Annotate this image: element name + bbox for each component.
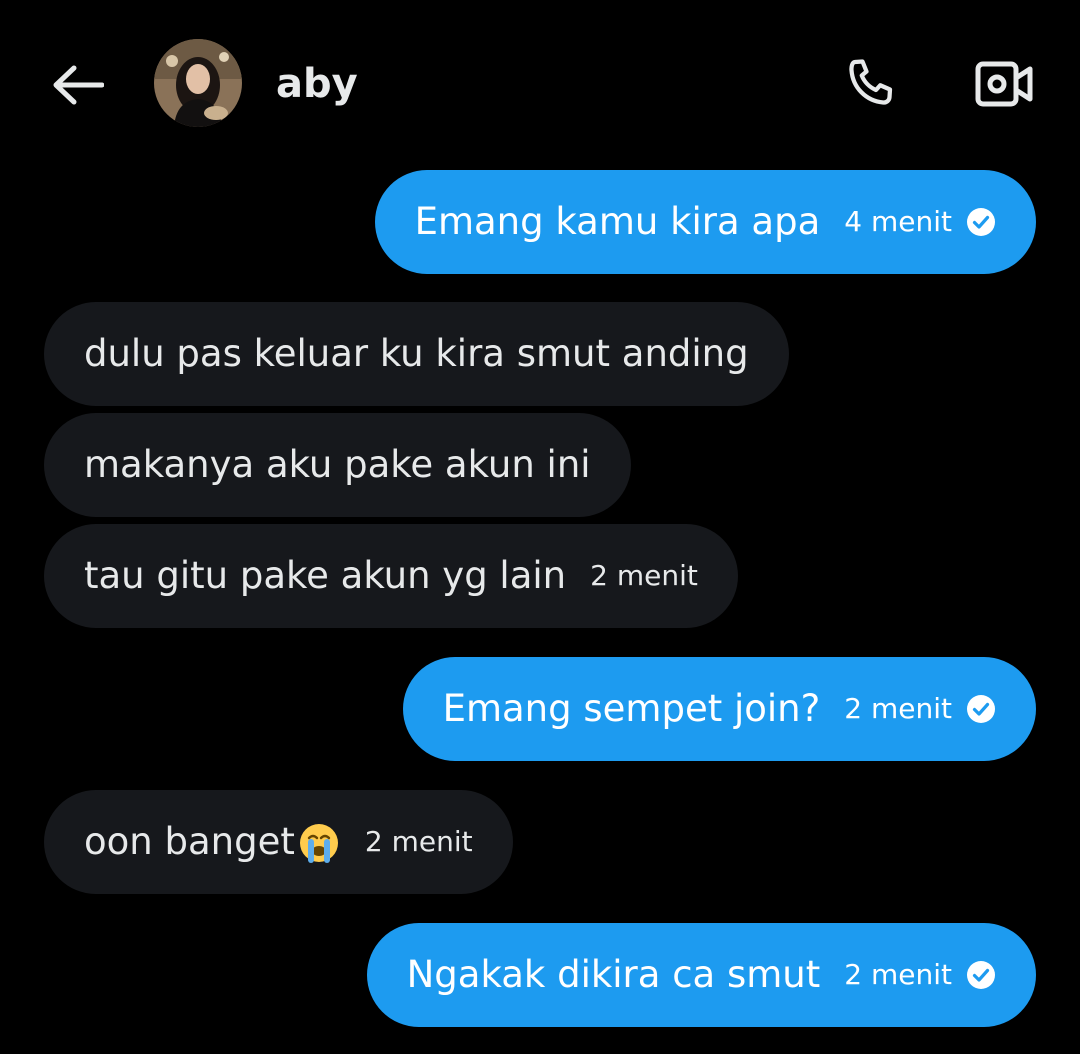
message-time: 2 menit	[844, 958, 952, 991]
back-button[interactable]	[50, 57, 106, 113]
message-text: tau gitu pake akun yg lain	[84, 554, 567, 597]
message-time: 2 menit	[844, 692, 952, 725]
loudly-crying-face-emoji	[299, 824, 338, 864]
conversation-header: aby	[0, 0, 1080, 170]
video-camera-icon	[975, 61, 1033, 107]
message-bubble-incoming[interactable]: oon banget 2 menit	[44, 790, 513, 894]
contact-name[interactable]: aby	[276, 58, 358, 110]
message-bubble-outgoing[interactable]: Ngakak dikira ca smut 2 menit	[366, 923, 1036, 1027]
arrow-left-icon	[53, 65, 104, 105]
read-check-icon	[967, 695, 995, 723]
message-text-content: oon banget	[84, 819, 295, 863]
message-meta: 2 menit	[844, 692, 996, 726]
message-bubble-incoming[interactable]: dulu pas keluar ku kira smut anding	[44, 302, 789, 406]
message-text: dulu pas keluar ku kira smut anding	[84, 332, 749, 375]
voice-call-button[interactable]	[838, 50, 906, 118]
message-meta: 4 menit	[844, 205, 996, 239]
message-meta: 2 menit	[590, 559, 698, 593]
message-bubble-incoming[interactable]: tau gitu pake akun yg lain 2 menit	[44, 524, 738, 628]
avatar-image	[154, 39, 242, 127]
avatar[interactable]	[154, 39, 242, 127]
message-bubble-outgoing[interactable]: Emang sempet join? 2 menit	[402, 657, 1036, 761]
message-bubble-incoming[interactable]: makanya aku pake akun ini	[44, 413, 631, 517]
message-meta: 2 menit	[844, 958, 996, 992]
video-call-button[interactable]	[968, 50, 1040, 118]
message-text: Ngakak dikira ca smut	[406, 953, 821, 996]
phone-icon	[849, 59, 893, 105]
message-time: 2 menit	[590, 559, 698, 592]
message-text: oon banget	[84, 819, 341, 866]
message-meta: 2 menit	[365, 825, 473, 859]
message-text: Emang sempet join?	[442, 687, 821, 730]
message-text: makanya aku pake akun ini	[84, 443, 591, 486]
message-bubble-outgoing[interactable]: Emang kamu kira apa 4 menit	[374, 170, 1036, 274]
message-time: 2 menit	[364, 825, 473, 858]
message-text: Emang kamu kira apa	[414, 200, 821, 243]
message-time: 4 menit	[844, 205, 952, 238]
read-check-icon	[967, 961, 995, 989]
read-check-icon	[967, 208, 995, 236]
